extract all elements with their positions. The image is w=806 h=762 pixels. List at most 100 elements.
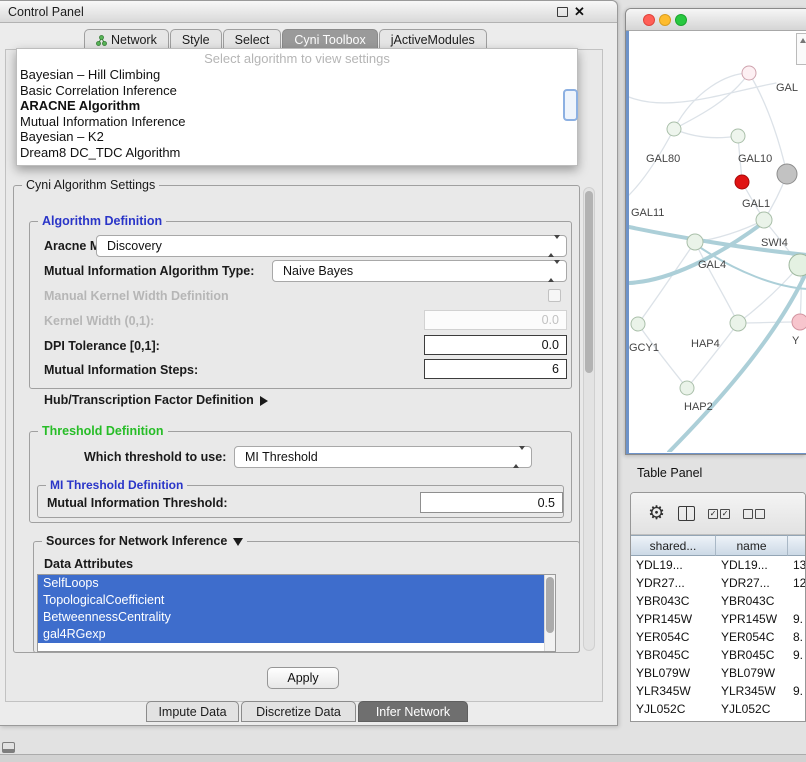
tab-label: Discretize Data (256, 705, 341, 719)
network-node[interactable] (731, 129, 745, 143)
zoom-traffic-light[interactable] (675, 14, 687, 26)
network-node[interactable] (789, 254, 806, 276)
bottom-tab-impute-data[interactable]: Impute Data (146, 701, 239, 722)
panel-dock-icon[interactable] (2, 742, 15, 753)
stepper-arrows-icon (548, 239, 560, 253)
table-row[interactable]: YER054CYER054C8. (631, 628, 805, 646)
tab-style[interactable]: Style (170, 29, 222, 50)
network-edge (638, 242, 695, 324)
attribute-item[interactable]: SelfLoops (38, 575, 545, 592)
cell-shared: YER054C (631, 628, 716, 646)
apply-button[interactable]: Apply (267, 667, 339, 689)
table-row[interactable]: YBR045CYBR045C9. (631, 646, 805, 664)
bottom-tab-discretize-data[interactable]: Discretize Data (241, 701, 356, 722)
table-row[interactable]: YBL079WYBL079W (631, 664, 805, 682)
dropdown-option[interactable]: Bayesian – Hill Climbing (17, 67, 577, 83)
tab-cyni-toolbox[interactable]: Cyni Toolbox (282, 29, 377, 50)
tab-label: jActiveModules (391, 33, 475, 47)
checked-box-icon: ✓ (720, 509, 730, 519)
manual-kernel-checkbox[interactable] (548, 289, 561, 302)
select-all-icon[interactable]: ✓ ✓ (708, 509, 730, 519)
cell-extra (788, 700, 805, 718)
network-edge (638, 324, 687, 388)
network-node[interactable] (756, 212, 772, 228)
mi-type-select[interactable]: Naive Bayes (272, 260, 567, 282)
algorithm-dropdown-popup: Select algorithm to view settings Bayesi… (16, 48, 578, 166)
close-icon[interactable]: ✕ (574, 3, 585, 21)
table-row[interactable]: YJL052CYJL052C (631, 700, 805, 718)
group-title: Cyni Algorithm Settings (22, 178, 159, 192)
which-threshold-select[interactable]: MI Threshold (234, 446, 532, 468)
columns-icon[interactable] (678, 506, 695, 521)
algorithm-combobox-edge[interactable] (563, 89, 578, 121)
node-label: GAL11 (631, 207, 664, 219)
attribute-item[interactable]: BetweennessCentrality (38, 609, 545, 626)
hub-section-toggle[interactable]: Hub/Transcription Factor Definition (44, 393, 268, 407)
gear-icon[interactable]: ⚙ (648, 504, 665, 523)
node-label: SWI4 (761, 237, 788, 249)
float-window-icon[interactable] (557, 7, 568, 17)
close-traffic-light[interactable] (643, 14, 655, 26)
network-node[interactable] (742, 66, 756, 80)
cell-name: YBL079W (716, 664, 788, 682)
column-header-extra[interactable] (788, 535, 805, 556)
mi-threshold-input[interactable]: 0.5 (420, 492, 563, 513)
column-header-name[interactable]: name (716, 535, 788, 556)
network-node[interactable] (730, 315, 746, 331)
network-edge (674, 129, 738, 138)
cell-shared: YLR345W (631, 682, 716, 700)
network-node[interactable] (792, 314, 806, 330)
minimize-traffic-light[interactable] (659, 14, 671, 26)
dropdown-option[interactable]: Bayesian – K2 (17, 129, 577, 145)
dropdown-option-selected[interactable]: ARACNE Algorithm (17, 98, 577, 114)
network-view-window: GALGAL80GAL10GAL11GAL1SWI4GAL4GCY1HAP4YH… (625, 8, 806, 455)
control-panel-titlebar[interactable]: Control Panel ✕ (0, 1, 617, 23)
aracne-mode-select[interactable]: Discovery (96, 235, 567, 257)
tab-network[interactable]: Network (84, 29, 169, 50)
network-edge (687, 323, 738, 388)
attribute-item[interactable]: gal4RGexp (38, 626, 545, 643)
cell-shared: YBL079W (631, 664, 716, 682)
network-node[interactable] (735, 175, 749, 189)
attribute-item[interactable]: TopologicalCoefficient (38, 592, 545, 609)
canvas-scrollbar[interactable] (796, 33, 806, 65)
tab-jactivemodules[interactable]: jActiveModules (379, 29, 487, 50)
dropdown-option[interactable]: Mutual Information Inference (17, 114, 577, 130)
network-node[interactable] (687, 234, 703, 250)
attribute-list[interactable]: SelfLoops TopologicalCoefficient Between… (37, 574, 556, 652)
network-node[interactable] (680, 381, 694, 395)
network-node[interactable] (777, 164, 797, 184)
tab-select[interactable]: Select (223, 29, 282, 50)
cell-shared: YDR27... (631, 574, 716, 592)
dropdown-option[interactable]: Basic Correlation Inference (17, 83, 577, 99)
node-label: GAL (776, 82, 798, 94)
settings-scrollbar[interactable] (583, 187, 595, 651)
cell-extra: 9. (788, 646, 805, 664)
network-node[interactable] (667, 122, 681, 136)
window-title: Control Panel (8, 1, 84, 23)
table-row[interactable]: YDL19...YDL19...13 (631, 556, 805, 574)
table-row[interactable]: YLR345WYLR345W9. (631, 682, 805, 700)
scrollbar-thumb[interactable] (585, 191, 593, 373)
scrollbar-thumb[interactable] (546, 577, 554, 633)
hub-section-label: Hub/Transcription Factor Definition (44, 393, 254, 407)
sources-toggle[interactable]: Sources for Network Inference (42, 534, 247, 548)
network-canvas[interactable]: GALGAL80GAL10GAL11GAL1SWI4GAL4GCY1HAP4YH… (626, 31, 806, 455)
cell-extra: 9. (788, 682, 805, 700)
dropdown-option[interactable]: Dream8 DC_TDC Algorithm (17, 145, 577, 161)
network-node[interactable] (631, 317, 645, 331)
deselect-all-icon[interactable] (743, 509, 765, 519)
tab-label: Style (182, 33, 210, 47)
chevron-right-icon (260, 396, 268, 406)
table-row[interactable]: YBR043CYBR043C (631, 592, 805, 610)
attribute-list-scrollbar[interactable] (544, 575, 555, 651)
table-panel-title: Table Panel (637, 466, 702, 480)
network-window-titlebar[interactable] (626, 9, 806, 31)
bottom-tab-infer-network[interactable]: Infer Network (358, 701, 468, 722)
column-header-shared[interactable]: shared... (631, 535, 716, 556)
table-row[interactable]: YDR27...YDR27...12 (631, 574, 805, 592)
table-row[interactable]: YPR145WYPR145W9. (631, 610, 805, 628)
mi-steps-input[interactable]: 6 (424, 359, 567, 379)
kernel-width-input[interactable]: 0.0 (424, 310, 567, 330)
dpi-tolerance-input[interactable]: 0.0 (424, 335, 567, 355)
